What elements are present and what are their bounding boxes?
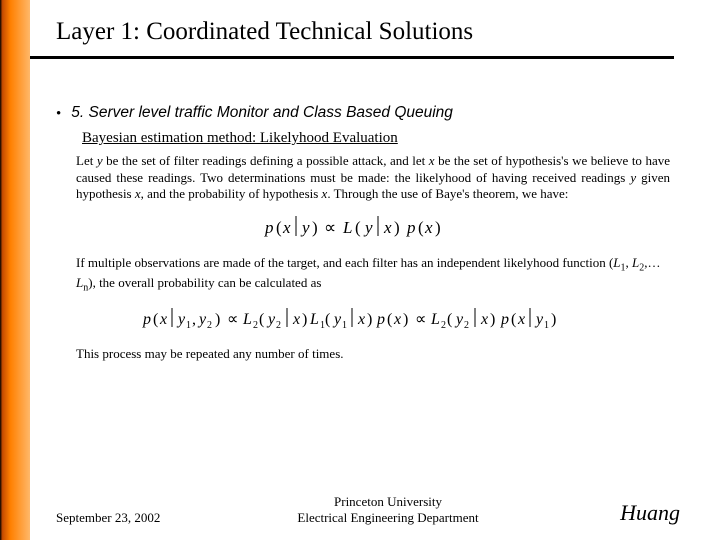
p1-f: . Through the use of Baye's theorem, we … [327,186,568,201]
eq1-close3: ) [435,218,441,237]
p2-c2: ,… [644,255,660,270]
footer-date: September 23, 2002 [56,510,216,526]
eq1-open2: ( [355,218,361,237]
p2-b: ), the overall probability can be calcul… [88,275,321,290]
e2: 2 [441,320,446,331]
eq1-L: L [342,218,352,237]
e2: 1 [342,320,347,331]
e2: ) [302,311,307,328]
e2: x [159,311,167,328]
eq1-open: ( [276,218,282,237]
e2: y [197,311,207,328]
e2: ∝ [227,311,238,328]
e2: ∝ [415,311,426,328]
p1-a: Let [76,153,97,168]
equation-2: p ( x y 1 , y 2 ) ∝ L 2 ( y 2 [76,304,674,334]
bullet-item: • 5. Server level traffic Monitor and Cl… [56,104,674,124]
slide: Layer 1: Coordinated Technical Solutions… [0,0,720,540]
footer: September 23, 2002 Princeton University … [56,494,680,526]
e2: 2 [253,320,258,331]
paragraph-2: If multiple observations are made of the… [76,255,670,296]
e2: ) [215,311,220,328]
e2: 1 [186,320,191,331]
eq1-p2: p [406,218,416,237]
e2: ) [403,311,408,328]
footer-inst-line2: Electrical Engineering Department [216,510,560,526]
eq1-prop: ∝ [324,218,336,237]
e2: , [192,311,196,328]
e2: p [142,311,151,328]
e2: p [376,311,385,328]
bullet-text: 5. Server level traffic Monitor and Clas… [71,104,453,122]
e2: 2 [276,320,281,331]
e2: x [517,311,525,328]
eq1-close2: ) [394,218,400,237]
e2: L [309,311,319,328]
eq1-y: y [300,218,310,237]
e2: y [266,311,276,328]
content: • 5. Server level traffic Monitor and Cl… [56,104,674,370]
e2: ) [551,311,556,328]
e2: ) [490,311,495,328]
footer-author: Huang [560,500,680,526]
e2: L [242,311,252,328]
paragraph-1: Let y be the set of filter readings defi… [76,153,670,203]
e2: ( [259,311,264,328]
e2: ( [325,311,330,328]
bullet-marker: • [56,104,61,124]
page-title: Layer 1: Coordinated Technical Solutions [56,18,473,46]
p1-e: , and the probability of hypothesis [141,186,322,201]
e2: y [332,311,342,328]
p1-b: be the set of filter readings defining a… [103,153,429,168]
e2: L [430,311,440,328]
p2-L1: L [613,255,620,270]
e2: 2 [464,320,469,331]
e2: x [393,311,401,328]
eq1-close: ) [312,218,318,237]
e2: 1 [544,320,549,331]
e2: ) [367,311,372,328]
e2: x [357,311,365,328]
p2-a: If multiple observations are made of the… [76,255,613,270]
footer-institution: Princeton University Electrical Engineer… [216,494,560,526]
e2: p [500,311,509,328]
e2: 2 [207,320,212,331]
eq1-open3: ( [418,218,424,237]
eq1-y2: y [363,218,373,237]
e2: y [176,311,186,328]
eq1-p: p [264,218,274,237]
title-underline [30,56,674,59]
e2: ( [447,311,452,328]
eq1-x2: x [383,218,392,237]
paragraph-3: This process may be repeated any number … [76,346,670,363]
e2: y [534,311,544,328]
e2: ( [511,311,516,328]
e2: x [292,311,300,328]
e2: ( [153,311,158,328]
subheading: Bayesian estimation method: Likelyhood E… [82,130,674,147]
eq1-x3: x [424,218,433,237]
accent-bar [0,0,30,540]
e2: x [480,311,488,328]
footer-inst-line1: Princeton University [216,494,560,510]
e2: y [454,311,464,328]
eq1-x: x [282,218,291,237]
e2: ( [387,311,392,328]
equation-1: p ( x y ) ∝ L ( y x ) p ( x ) [76,213,674,243]
